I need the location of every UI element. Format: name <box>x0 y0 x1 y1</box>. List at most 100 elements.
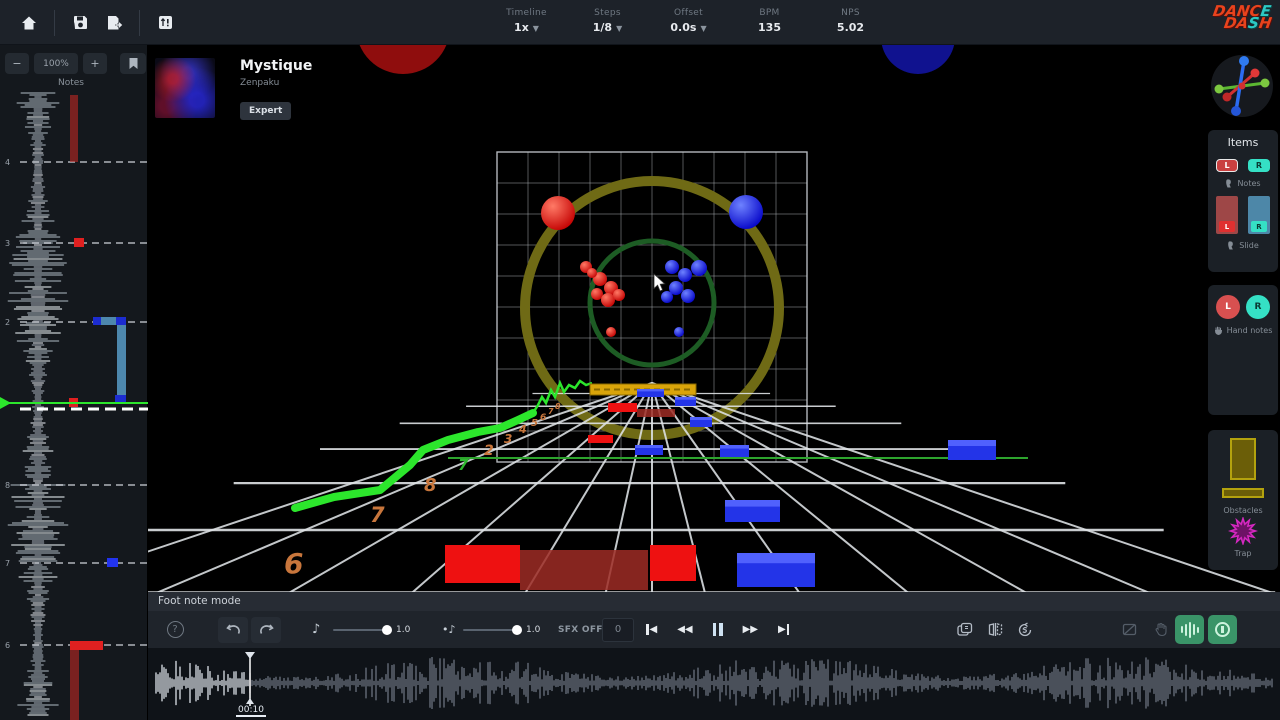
track-note[interactable] <box>116 317 126 325</box>
beat-label: 6 <box>5 641 10 650</box>
hand-note-right-button[interactable]: R <box>1246 295 1270 319</box>
offset-field[interactable]: Offset 0.0s▼ <box>648 0 729 45</box>
sync-icon <box>1017 622 1033 638</box>
slide-left-button[interactable]: L <box>1216 196 1238 234</box>
note-ball-blue[interactable] <box>674 327 684 337</box>
track-note[interactable] <box>70 641 103 650</box>
track-note[interactable] <box>93 317 102 325</box>
undo-button[interactable] <box>218 617 248 643</box>
adjust-button[interactable] <box>148 7 182 39</box>
beat-label: 2 <box>5 318 10 327</box>
scene-canvas: 67872345678 <box>148 45 1280 592</box>
track-note[interactable] <box>70 650 79 720</box>
mode-status-bar: Foot note mode <box>148 592 1280 611</box>
preview-icon <box>1215 622 1230 637</box>
note-ball-red[interactable] <box>613 289 625 301</box>
preview-toggle-button[interactable] <box>1208 615 1237 644</box>
track-playhead-marker[interactable] <box>0 397 11 409</box>
chevron-down-icon: ▼ <box>616 24 622 33</box>
trap-button[interactable] <box>1208 517 1278 549</box>
track-note[interactable] <box>70 95 78 162</box>
help-button[interactable]: ? <box>162 617 188 643</box>
track-zoom-value[interactable]: 100% <box>34 53 78 74</box>
beat-label: 7 <box>5 559 10 568</box>
sfx-offset-input[interactable] <box>602 618 634 642</box>
pause-button[interactable] <box>713 623 723 636</box>
note-ball-red[interactable] <box>601 293 615 307</box>
note-ball-red[interactable] <box>591 288 603 300</box>
note-ball-blue[interactable] <box>681 289 695 303</box>
track-note[interactable] <box>74 238 84 247</box>
large-note-ball-blue[interactable] <box>729 195 763 229</box>
beat-number-3d: 5 <box>531 418 538 429</box>
export-button[interactable] <box>97 7 131 39</box>
home-button[interactable] <box>12 7 46 39</box>
sfx-volume-slider[interactable] <box>463 629 518 631</box>
steps-label: Steps <box>567 8 648 18</box>
note-ball-red[interactable] <box>587 268 597 278</box>
scene-viewport[interactable]: 67872345678 Mystique Zenpaku Expert <box>148 45 1280 592</box>
note-ball-blue[interactable] <box>678 268 692 282</box>
nps-label: NPS <box>810 8 891 18</box>
slide-label: Slide <box>1239 241 1259 250</box>
note-track-canvas[interactable]: Notes432876 <box>0 45 148 720</box>
mirror-button[interactable] <box>982 617 1008 643</box>
skip-start-icon: ◀ <box>650 624 658 635</box>
track-note[interactable] <box>101 317 118 325</box>
floor-note-red[interactable] <box>520 550 648 590</box>
audio-waveform-canvas[interactable]: 00:10 <box>148 648 1280 720</box>
timeline-speed-field[interactable]: Timeline 1x▼ <box>486 0 567 45</box>
music-volume-slider[interactable] <box>333 629 388 631</box>
skip-end-icon: ▶ <box>778 624 786 635</box>
track-zoom-in-button[interactable]: + <box>83 53 107 74</box>
duplicate-button[interactable] <box>952 617 978 643</box>
skip-to-start-button[interactable]: ◀ <box>646 624 657 635</box>
audio-timeline[interactable]: 00:10 <box>148 648 1280 720</box>
hand-notes-label: Hand notes <box>1227 326 1273 335</box>
obstacles-label: Obstacles <box>1208 506 1278 515</box>
note-ball-blue[interactable] <box>665 260 679 274</box>
large-note-ball-red[interactable] <box>541 196 575 230</box>
skip-to-end-button[interactable]: ▶ <box>778 624 789 635</box>
obstacle-tall-button[interactable] <box>1230 438 1256 480</box>
redo-button[interactable] <box>251 617 281 643</box>
rewind-button[interactable]: ◀◀ <box>677 624 692 635</box>
floor-note-red[interactable] <box>608 403 637 412</box>
bookmark-button[interactable] <box>120 53 146 74</box>
sync-button[interactable] <box>1012 617 1038 643</box>
music-volume-knob[interactable] <box>382 625 392 635</box>
top-toolbar: Timeline 1x▼ Steps 1/8▼ Offset 0.0s▼ BPM… <box>0 0 1280 45</box>
note-left-button[interactable]: L <box>1216 159 1238 172</box>
rewind-icon: ◀◀ <box>677 624 692 635</box>
playhead-top-marker[interactable] <box>245 652 255 659</box>
sfx-volume-value: 1.0 <box>526 625 540 635</box>
note-ball-blue[interactable] <box>691 260 707 276</box>
hand-note-left-button[interactable]: L <box>1216 295 1240 319</box>
playhead-bottom-marker[interactable] <box>246 698 254 704</box>
orientation-gizmo[interactable] <box>1210 54 1274 122</box>
note-right-button[interactable]: R <box>1248 159 1270 172</box>
track-note[interactable] <box>107 558 118 567</box>
beat-label: 8 <box>5 481 10 490</box>
track-note[interactable] <box>117 325 126 397</box>
floor-note-red[interactable] <box>588 435 613 443</box>
home-icon <box>20 14 38 32</box>
editor-screen: Timeline 1x▼ Steps 1/8▼ Offset 0.0s▼ BPM… <box>0 0 1280 720</box>
near-ball <box>881 45 955 74</box>
grab-tool-button[interactable] <box>1148 617 1174 643</box>
toggle-grid-button[interactable] <box>1116 617 1142 643</box>
floor-note-red[interactable] <box>650 545 696 581</box>
notes-label: Notes <box>1237 179 1260 188</box>
save-button[interactable] <box>63 7 97 39</box>
note-ball-red[interactable] <box>606 327 616 337</box>
floor-note-red[interactable] <box>637 409 675 417</box>
waveform-toggle-button[interactable] <box>1175 615 1204 644</box>
floor-note-red[interactable] <box>445 545 520 583</box>
slide-right-button[interactable]: R <box>1248 196 1270 234</box>
beat-label: 4 <box>5 158 10 167</box>
obstacle-wide-button[interactable] <box>1222 488 1264 498</box>
track-zoom-out-button[interactable]: − <box>5 53 29 74</box>
sfx-volume-knob[interactable] <box>512 625 522 635</box>
fast-forward-button[interactable]: ▶▶ <box>743 624 758 635</box>
steps-field[interactable]: Steps 1/8▼ <box>567 0 648 45</box>
